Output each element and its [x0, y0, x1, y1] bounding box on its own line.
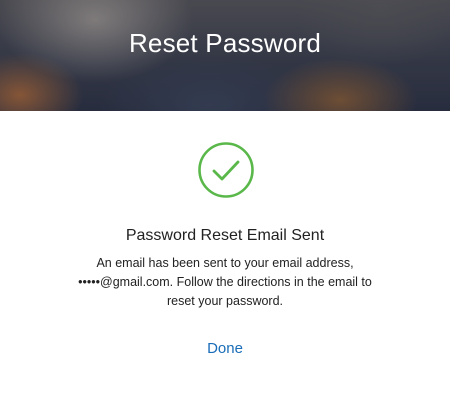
header-banner: Reset Password [0, 0, 450, 111]
masked-email: •••••@gmail.com [78, 275, 170, 289]
message-line-2-rest: . Follow the directions in the email to [169, 275, 372, 289]
page-title: Reset Password [128, 28, 322, 58]
confirmation-message: An email has been sent to your email add… [0, 254, 450, 311]
message-line-1: An email has been sent to your email add… [96, 256, 354, 270]
message-line-2: •••••@gmail.com. Follow the directions i… [0, 273, 450, 292]
confirmation-heading: Password Reset Email Sent [125, 227, 325, 244]
confirmation-panel: Password Reset Email Sent An email has b… [0, 111, 450, 402]
message-line-3: reset your password. [166, 294, 284, 308]
check-circle-icon [198, 142, 254, 198]
done-button[interactable]: Done [0, 340, 450, 357]
